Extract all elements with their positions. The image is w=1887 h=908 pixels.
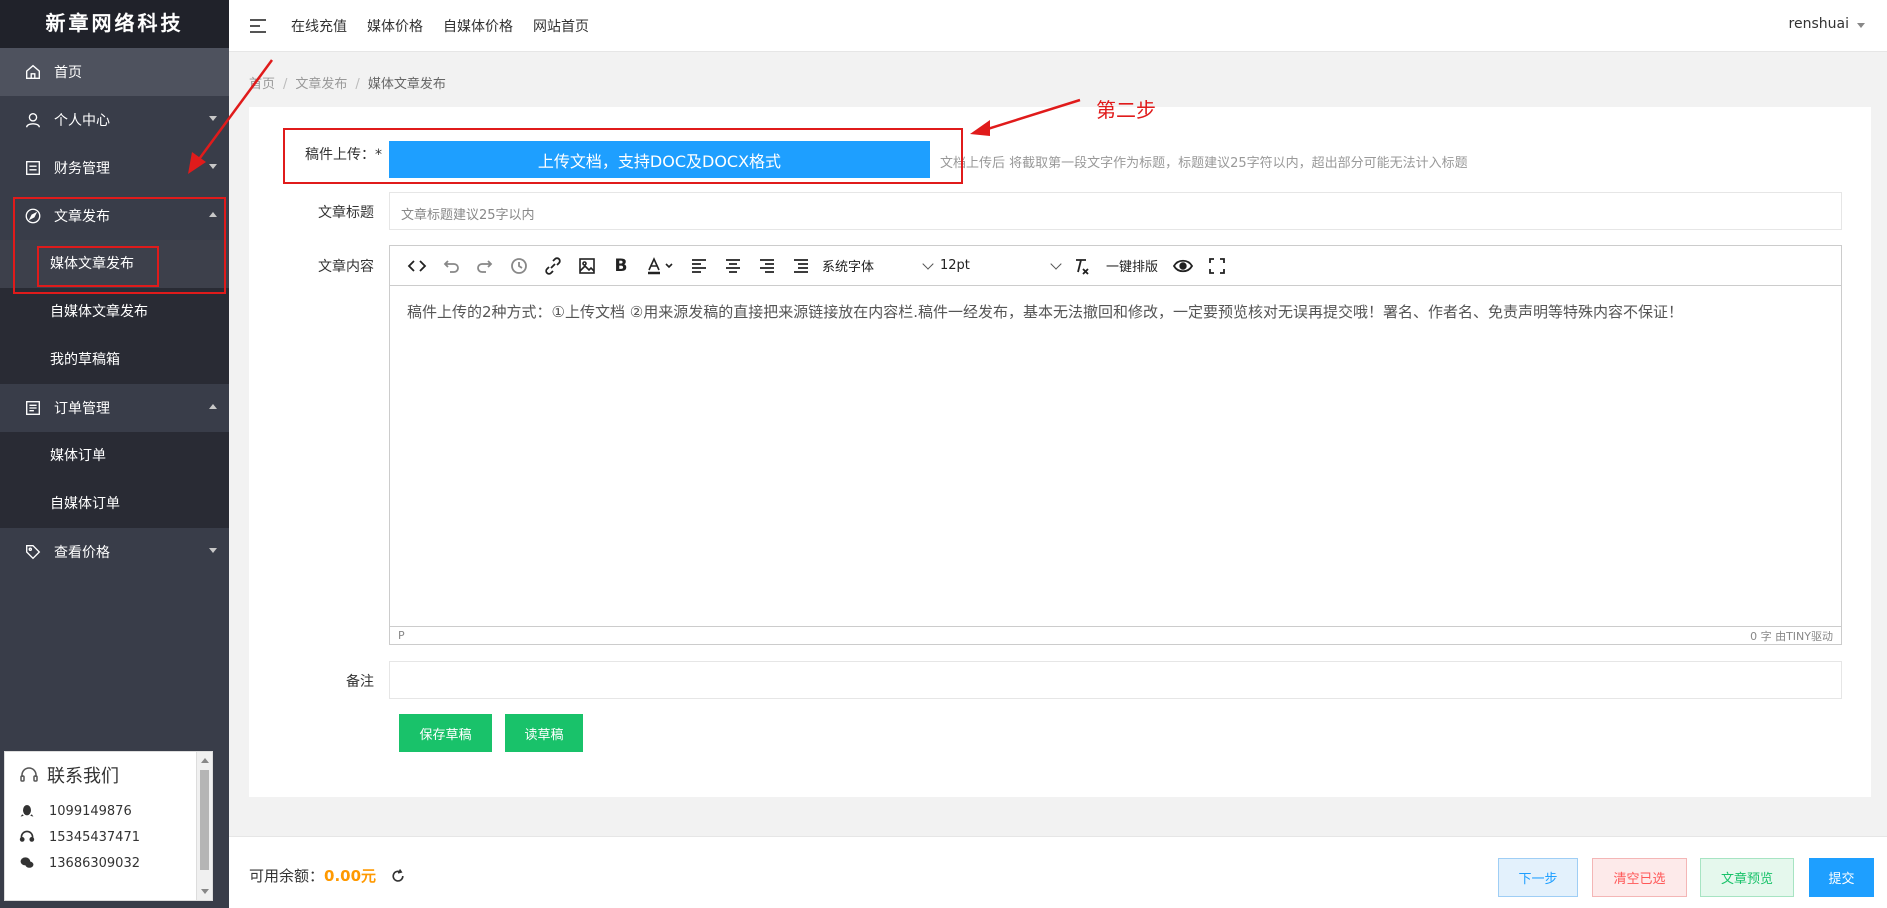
nav-media-prices[interactable]: 媒体价格 [367,16,423,36]
element-path: P [398,629,405,642]
sidebar-item-orders[interactable]: 订单管理 [0,384,229,432]
contact-scrollbar[interactable] [196,752,212,900]
editor-toolbar: B 系统字体 12pt 一键排版 [390,246,1841,286]
logo: 新章网络科技 [0,0,229,48]
sidebar-item-label: 订单管理 [54,401,110,417]
font-family-select[interactable]: 系统字体 [818,252,936,280]
link-icon[interactable] [536,252,570,280]
finance-icon [24,159,42,177]
balance-display: 可用余额： 0.00元 [249,865,406,886]
refresh-icon[interactable] [390,868,406,884]
wechat-icon [20,857,34,868]
user-icon [24,111,42,129]
submit-button[interactable]: 提交 [1809,858,1874,897]
user-menu[interactable]: renshuai [1789,16,1866,32]
contact-wechat: 13686309032 [5,850,212,876]
remark-input[interactable] [389,661,1842,699]
history-icon[interactable] [502,252,536,280]
sidebar-item-label: 个人中心 [54,113,110,129]
sidebar-item-label: 财务管理 [54,161,110,177]
image-icon[interactable] [570,252,604,280]
title-label: 文章标题 [318,205,374,221]
top-header: 在线充值 媒体价格 自媒体价格 网站首页 renshuai [229,0,1887,52]
sidebar-item-drafts[interactable]: 我的草稿箱 [0,336,229,384]
annotation-arrow [970,98,1081,136]
sidebar-item-label: 查看价格 [54,545,110,561]
chevron-down-icon [209,548,217,553]
undo-icon[interactable] [434,252,468,280]
rich-text-editor: B 系统字体 12pt 一键排版 稿件上传的2种方式：①上传文档 ②用来源发稿的… [389,245,1842,645]
balance-amount: 0.00元 [324,867,377,885]
home-icon [24,63,42,81]
nav-self-media-prices[interactable]: 自媒体价格 [443,16,513,36]
nav-recharge[interactable]: 在线充值 [291,16,347,36]
phone-headset-icon [19,830,35,842]
order-submenu: 媒体订单 自媒体订单 [0,432,229,528]
breadcrumb-section[interactable]: 文章发布 [295,77,347,92]
headset-icon [20,767,38,782]
next-step-button[interactable]: 下一步 [1498,858,1578,897]
sidebar-item-label: 首页 [54,65,82,81]
clear-selected-button[interactable]: 清空已选 [1592,858,1687,897]
chevron-up-icon [209,404,217,409]
source-code-icon[interactable] [400,252,434,280]
clear-format-icon[interactable] [1064,252,1098,280]
upload-hint: 文档上传后 将截取第一段文字作为标题，标题建议25字符以内，超出部分可能无法计入… [940,156,1468,171]
word-count: 0 字 由TINY驱动 [1750,629,1833,643]
bold-icon[interactable]: B [604,252,638,280]
remark-label: 备注 [346,674,374,690]
contact-panel: 联系我们 1099149876 15345437471 13686309032 [4,751,213,901]
fullscreen-icon[interactable] [1200,252,1234,280]
article-preview-button[interactable]: 文章预览 [1700,858,1794,897]
save-draft-button[interactable]: 保存草稿 [399,714,492,752]
line-height-icon[interactable] [784,252,818,280]
content-label: 文章内容 [318,259,374,275]
annotation-box-media-article [37,246,159,287]
align-center-icon[interactable] [716,252,750,280]
editor-statusbar: P 0 字 由TINY驱动 [390,626,1841,644]
menu-toggle-icon[interactable] [250,15,266,37]
sidebar-item-self-media-article[interactable]: 自媒体文章发布 [0,288,229,336]
footer-bar: 可用余额： 0.00元 下一步 清空已选 文章预览 提交 [229,836,1887,908]
one-click-format-button[interactable]: 一键排版 [1098,256,1166,275]
sidebar-item-media-orders[interactable]: 媒体订单 [0,432,229,480]
read-draft-button[interactable]: 读草稿 [505,714,583,752]
align-right-icon[interactable] [750,252,784,280]
contact-phone: 15345437471 [5,824,212,850]
contact-title: 联系我们 [5,752,212,798]
align-left-icon[interactable] [682,252,716,280]
contact-qq: 1099149876 [5,798,212,824]
list-icon [24,399,42,417]
nav-site-home[interactable]: 网站首页 [533,16,589,36]
tag-icon [24,543,42,561]
font-color-icon[interactable] [638,252,682,280]
article-title-input[interactable]: 文章标题建议25字以内 [389,192,1842,230]
sidebar-item-self-media-orders[interactable]: 自媒体订单 [0,480,229,528]
step2-annotation: 第二步 [1096,98,1156,122]
redo-icon[interactable] [468,252,502,280]
editor-content[interactable]: 稿件上传的2种方式：①上传文档 ②用来源发稿的直接把来源链接放在内容栏.稿件一经… [390,286,1841,338]
qq-icon [20,805,34,817]
sidebar-item-prices[interactable]: 查看价格 [0,528,229,576]
preview-eye-icon[interactable] [1166,252,1200,280]
font-size-select[interactable]: 12pt [936,252,1064,280]
annotation-box-upload [283,128,963,184]
breadcrumb-current: 媒体文章发布 [367,77,446,92]
annotation-arrow-sidebar [188,59,274,174]
